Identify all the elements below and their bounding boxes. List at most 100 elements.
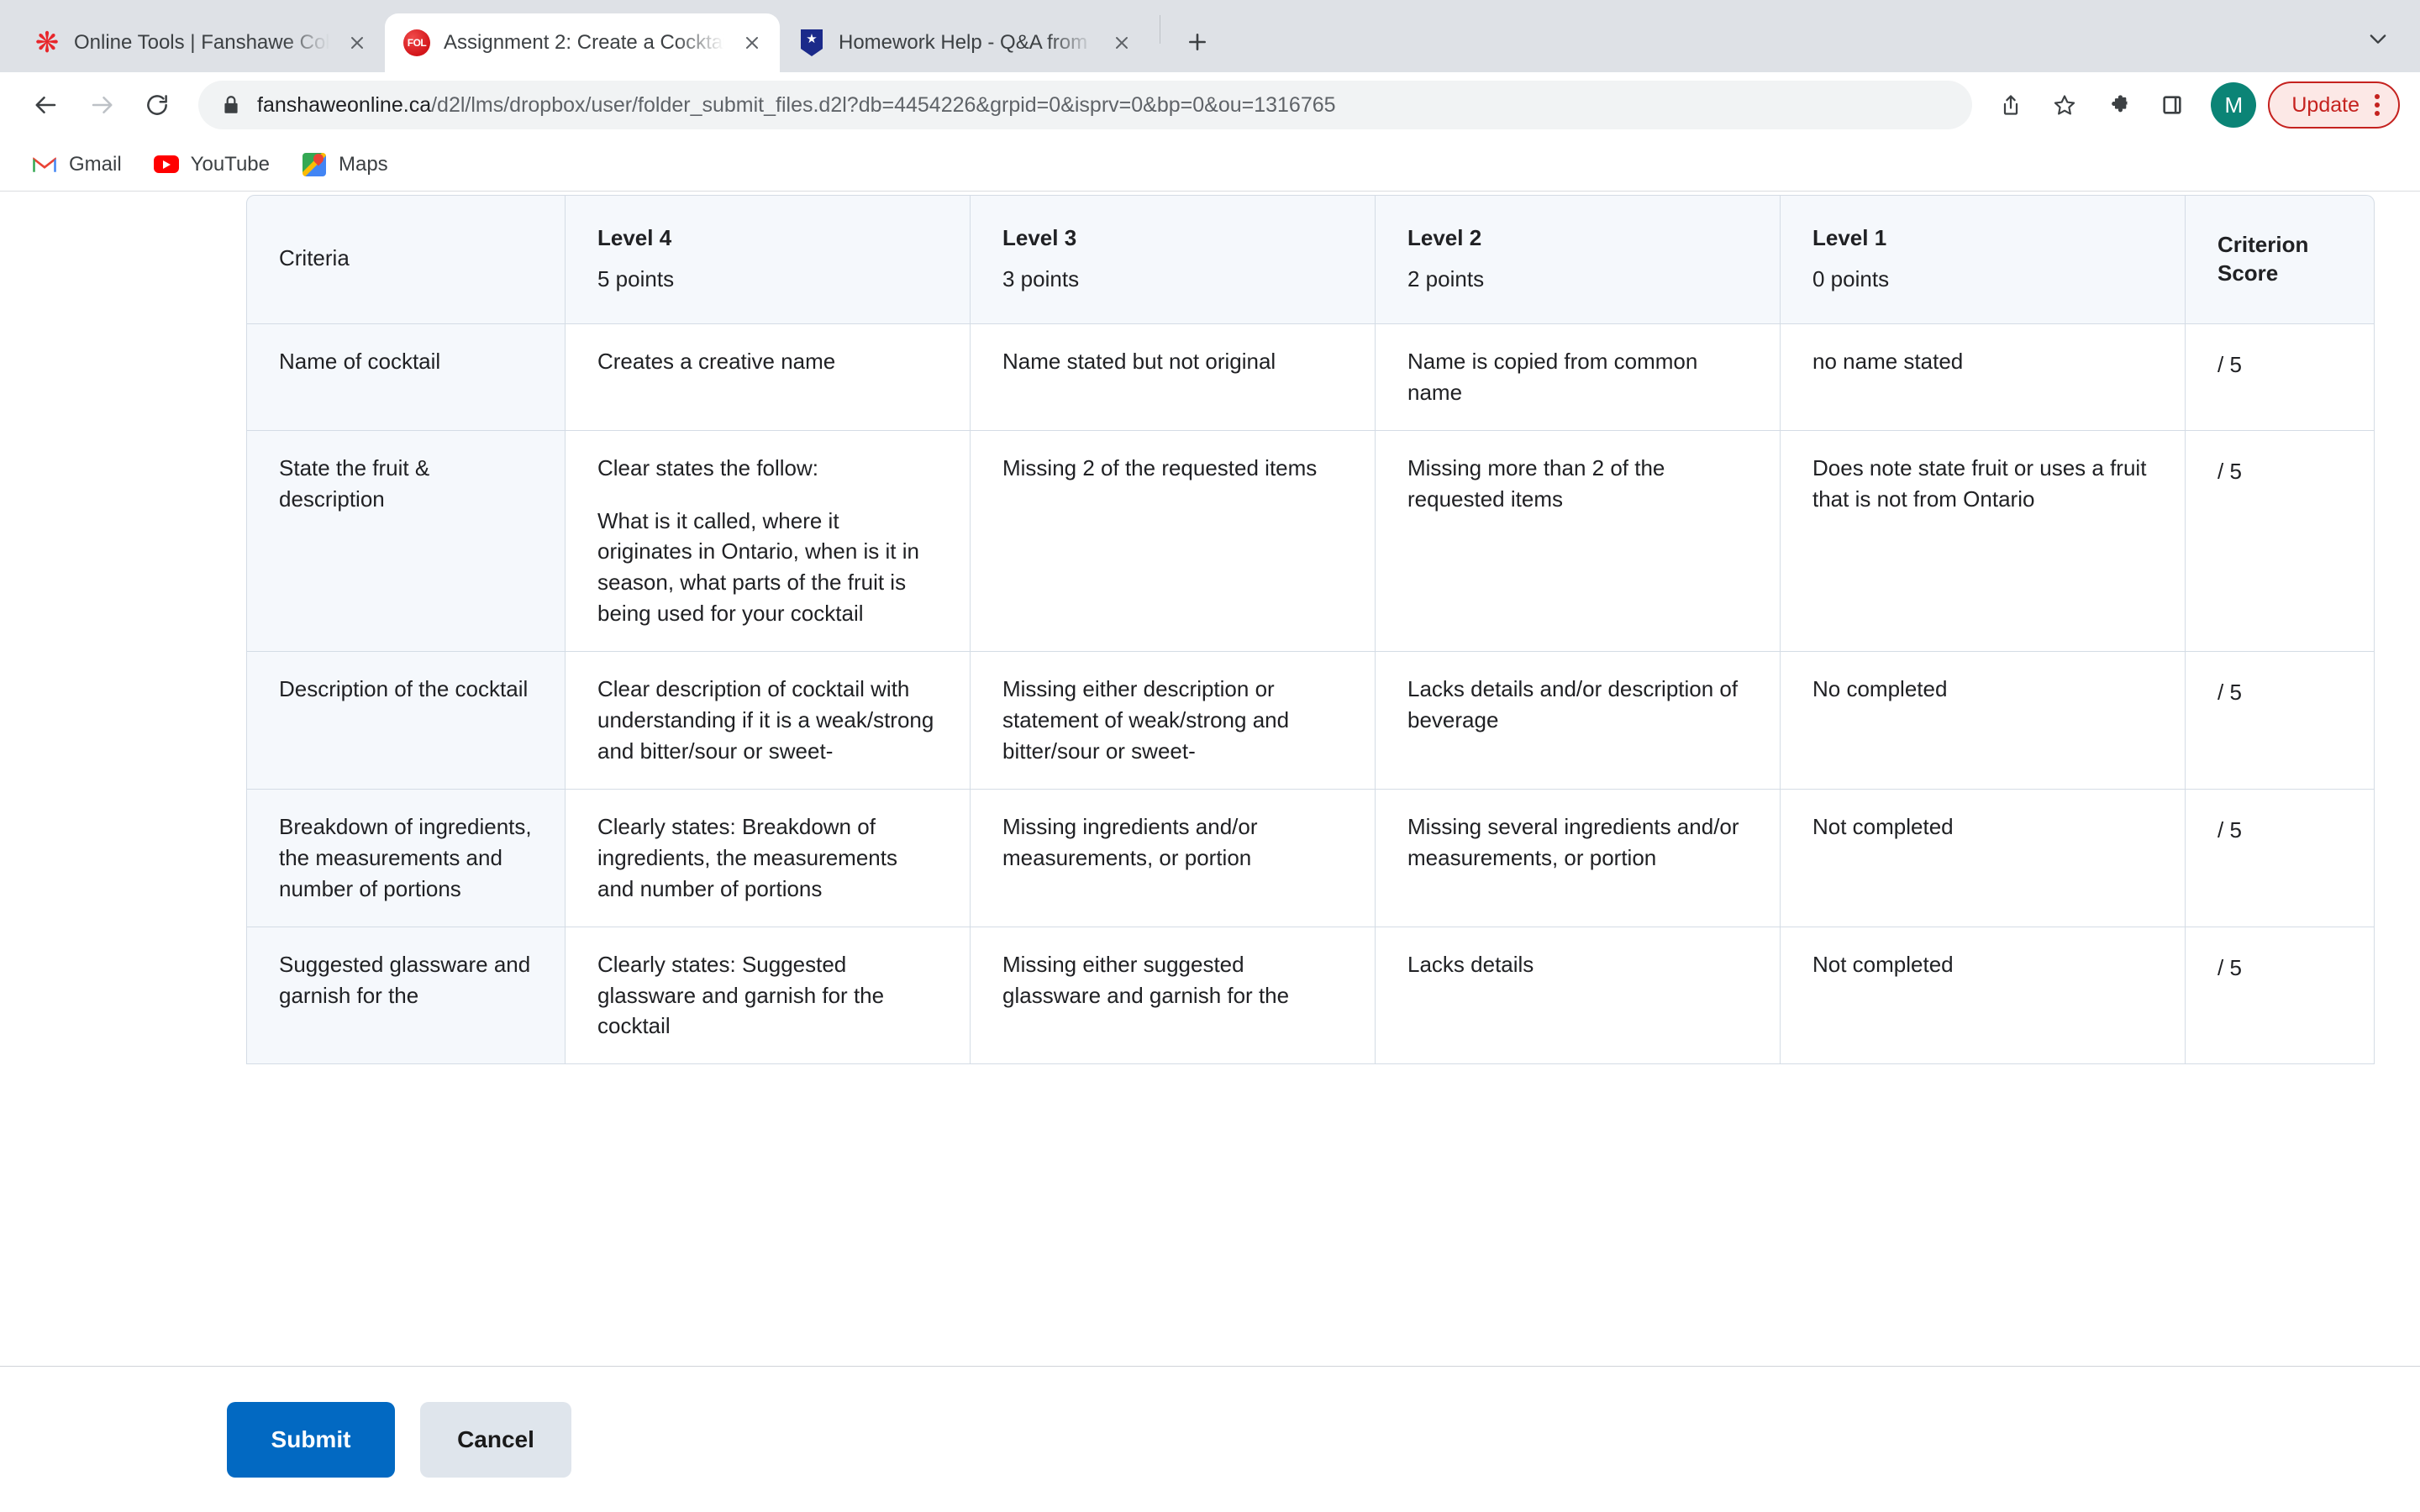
- forward-button: [76, 79, 128, 131]
- bookmarks-bar: Gmail YouTube Maps: [0, 138, 2420, 192]
- share-icon[interactable]: [1986, 80, 2036, 130]
- gmail-icon: [32, 152, 57, 177]
- bookmark-youtube[interactable]: YouTube: [140, 145, 283, 184]
- level-4-cell: Clear description of cocktail with under…: [566, 652, 971, 790]
- criterion-score-cell: / 5: [2186, 323, 2375, 431]
- level-3-cell: Name stated but not original: [971, 323, 1376, 431]
- criteria-cell: State the fruit & description: [246, 430, 566, 653]
- column-header-level-1: Level 1 0 points: [1781, 195, 2186, 324]
- browser-toolbar: fanshaweonline.ca/d2l/lms/dropbox/user/f…: [0, 72, 2420, 138]
- cell-paragraph: Clearly states: Suggested glassware and …: [597, 951, 885, 1039]
- level-4-cell: Creates a creative name: [566, 323, 971, 431]
- level-3-cell: Missing 2 of the requested items: [971, 430, 1376, 653]
- level-1-cell: No completed: [1781, 652, 2186, 790]
- table-header-row: Criteria Level 4 5 points Level 3 3 poin…: [246, 195, 2375, 324]
- bookmark-maps[interactable]: Maps: [288, 145, 402, 184]
- browser-tab-homework-help[interactable]: ★ Homework Help - Q&A from Onli: [780, 13, 1150, 72]
- cancel-button[interactable]: Cancel: [420, 1401, 571, 1478]
- browser-tab-online-tools[interactable]: ❋ Online Tools | Fanshawe College: [15, 13, 385, 72]
- cell-paragraph: What is it called, where it originates i…: [597, 507, 919, 627]
- fol-icon: FOL: [403, 29, 430, 56]
- criterion-score-cell: / 5: [2186, 927, 2375, 1065]
- cell-paragraph: No completed: [1812, 676, 1948, 702]
- criterion-score-cell: / 5: [2186, 789, 2375, 927]
- back-button[interactable]: [20, 79, 72, 131]
- cell-paragraph: Missing ingredients and/or measurements,…: [1002, 813, 1258, 870]
- cell-paragraph: Missing either description or statement …: [1002, 676, 1290, 764]
- cell-paragraph: Not completed: [1812, 951, 1954, 977]
- level-3-cell: Missing either suggested glassware and g…: [971, 927, 1376, 1065]
- level-1-cell: Not completed: [1781, 789, 2186, 927]
- address-bar[interactable]: fanshaweonline.ca/d2l/lms/dropbox/user/f…: [198, 81, 1973, 129]
- cell-paragraph: Missing either suggested glassware and g…: [1002, 951, 1290, 1008]
- close-icon[interactable]: [738, 29, 766, 57]
- level-points: 5 points: [597, 265, 675, 291]
- level-points: 3 points: [1002, 265, 1080, 291]
- criteria-cell: Suggested glassware and garnish for the: [246, 927, 566, 1065]
- criterion-score-cell: / 5: [2186, 430, 2375, 653]
- table-row: Breakdown of ingredients, the measuremen…: [246, 789, 2375, 927]
- cell-paragraph: Name is copied from common name: [1407, 348, 1698, 405]
- level-1-cell: no name stated: [1781, 323, 2186, 431]
- url-host: fanshaweonline.ca: [257, 92, 432, 117]
- fanshawe-icon: ❋: [34, 27, 60, 59]
- rubric-table: Criteria Level 4 5 points Level 3 3 poin…: [246, 195, 2375, 1065]
- level-1-cell: Does note state fruit or uses a fruit th…: [1781, 430, 2186, 653]
- level-points: 0 points: [1812, 265, 1890, 291]
- criterion-score-cell: / 5: [2186, 652, 2375, 790]
- criteria-cell: Breakdown of ingredients, the measuremen…: [246, 789, 566, 927]
- tab-strip: ❋ Online Tools | Fanshawe College FOL As…: [0, 0, 2420, 72]
- rubric-table-header: Criteria Level 4 5 points Level 3 3 poin…: [246, 195, 2375, 324]
- update-button[interactable]: Update: [2268, 81, 2400, 129]
- table-row: State the fruit & description Clear stat…: [246, 430, 2375, 653]
- criteria-cell: Name of cocktail: [246, 323, 566, 431]
- level-3-cell: Missing ingredients and/or measurements,…: [971, 789, 1376, 927]
- column-header-label: Criteria: [279, 245, 350, 271]
- bookmark-star-icon[interactable]: [2039, 80, 2090, 130]
- bookmark-label: YouTube: [190, 152, 270, 176]
- cell-paragraph: Not completed: [1812, 813, 1954, 839]
- level-4-cell: Clear states the follow: What is it call…: [566, 430, 971, 653]
- cell-paragraph: Clearly states: Breakdown of ingredients…: [597, 813, 897, 901]
- close-icon[interactable]: [1107, 29, 1136, 57]
- cell-paragraph: Lacks details and/or description of beve…: [1407, 676, 1739, 733]
- reload-button[interactable]: [131, 79, 183, 131]
- bookmark-label: Maps: [338, 152, 388, 176]
- column-header-level-2: Level 2 2 points: [1376, 195, 1781, 324]
- cell-paragraph: Clear states the follow:: [597, 454, 819, 480]
- tab-title: Homework Help - Q&A from Onli: [839, 31, 1094, 54]
- extensions-puzzle-icon[interactable]: [2093, 80, 2144, 130]
- cell-paragraph: no name stated: [1812, 348, 1964, 374]
- level-4-cell: Clearly states: Suggested glassware and …: [566, 927, 971, 1065]
- table-row: Name of cocktail Creates a creative name…: [246, 323, 2375, 431]
- browser-window: ❋ Online Tools | Fanshawe College FOL As…: [0, 0, 2420, 1512]
- level-name: Level 4: [597, 225, 672, 250]
- browser-tab-assignment-2[interactable]: FOL Assignment 2: Create a Cocktail: [385, 13, 780, 72]
- cell-paragraph: Missing several ingredients and/or measu…: [1407, 813, 1739, 870]
- new-tab-button[interactable]: [1174, 18, 1221, 66]
- criteria-cell: Description of the cocktail: [246, 652, 566, 790]
- table-row: Description of the cocktail Clear descri…: [246, 652, 2375, 790]
- cell-paragraph: Clear description of cocktail with under…: [597, 676, 934, 764]
- bookmark-gmail[interactable]: Gmail: [18, 145, 135, 184]
- tab-title: Assignment 2: Create a Cocktail: [444, 31, 724, 54]
- avatar[interactable]: M: [2211, 82, 2257, 128]
- chrome-menu-icon[interactable]: [2368, 94, 2386, 116]
- close-icon[interactable]: [343, 29, 371, 57]
- column-header-criteria: Criteria: [246, 195, 566, 324]
- cell-paragraph: Missing 2 of the requested items: [1002, 454, 1318, 480]
- level-2-cell: Missing several ingredients and/or measu…: [1376, 789, 1781, 927]
- update-button-label: Update: [2291, 92, 2360, 117]
- level-1-cell: Not completed: [1781, 927, 2186, 1065]
- submit-button[interactable]: Submit: [227, 1401, 395, 1478]
- level-2-cell: Missing more than 2 of the requested ite…: [1376, 430, 1781, 653]
- tab-search-chevron-down-icon[interactable]: [2354, 15, 2402, 62]
- rubric-table-body: Name of cocktail Creates a creative name…: [246, 323, 2375, 1065]
- side-panel-icon[interactable]: [2147, 80, 2197, 130]
- criterion-score-line1: Criterion: [2217, 231, 2309, 257]
- rubric-container: Criteria Level 4 5 points Level 3 3 poin…: [0, 192, 2420, 1065]
- criterion-score-line2: Score: [2217, 260, 2279, 286]
- level-4-cell: Clearly states: Breakdown of ingredients…: [566, 789, 971, 927]
- cell-paragraph: Lacks details: [1407, 951, 1534, 977]
- youtube-icon: [153, 152, 179, 177]
